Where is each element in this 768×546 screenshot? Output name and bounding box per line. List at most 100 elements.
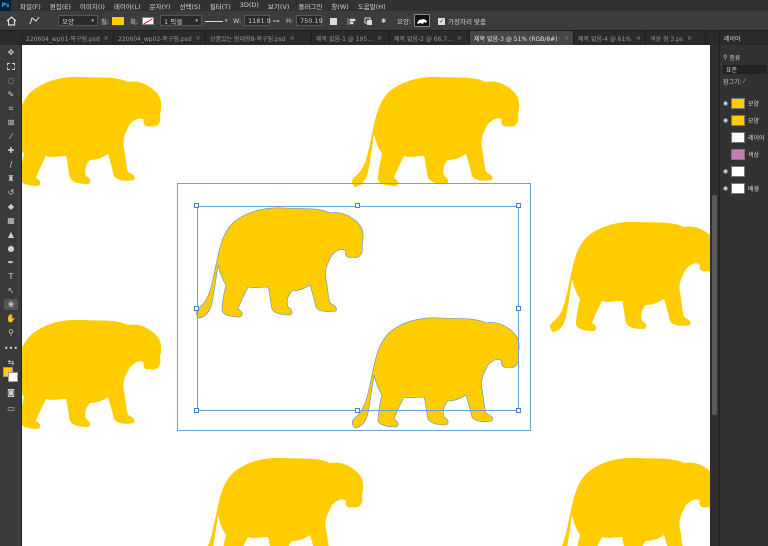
- menu-item[interactable]: 선택(S): [180, 1, 201, 11]
- eraser-tool-icon[interactable]: ◆: [4, 201, 18, 212]
- screen-mode-icon[interactable]: ▭: [4, 403, 18, 414]
- blend-mode-select[interactable]: 표준: [720, 63, 768, 75]
- menu-item[interactable]: 창(W): [331, 1, 348, 11]
- menu-item[interactable]: 편집(E): [50, 1, 71, 11]
- close-icon[interactable]: ×: [377, 35, 382, 42]
- link-icon[interactable]: ⊶: [273, 15, 280, 27]
- menu-item[interactable]: 플러그인: [298, 1, 322, 11]
- close-icon[interactable]: ×: [457, 35, 462, 42]
- visibility-eye-icon[interactable]: ◉: [720, 185, 731, 192]
- close-icon[interactable]: ×: [104, 35, 109, 42]
- gradient-tool-icon[interactable]: ▦: [4, 215, 18, 226]
- transform-handle[interactable]: [194, 306, 199, 311]
- fill-color-swatch[interactable]: [112, 15, 124, 27]
- document-tab[interactable]: 220604_wp01-복구됨.psd ×: [22, 31, 114, 45]
- frame-tool-icon[interactable]: ⊠: [4, 117, 18, 128]
- width-input[interactable]: 1181.9: [244, 15, 271, 26]
- lock-pixels-icon[interactable]: ⁄: [744, 78, 745, 85]
- custom-shape-tool-icon[interactable]: ❀: [4, 299, 18, 310]
- healing-brush-icon[interactable]: ✚: [4, 145, 18, 156]
- document-tab[interactable]: 색상 형 3.ps ×: [646, 31, 706, 45]
- shape-tool-icon[interactable]: [28, 15, 42, 27]
- type-tool-icon[interactable]: T: [4, 271, 18, 282]
- tiger-shape[interactable]: [548, 453, 710, 546]
- document-tab[interactable]: 상품있는 범대형8-복구됨.psd ×: [206, 31, 312, 45]
- blur-tool-icon[interactable]: ▲: [4, 229, 18, 240]
- canvas-scrollbar[interactable]: [710, 45, 719, 546]
- path-selection-icon[interactable]: ↖: [4, 285, 18, 296]
- path-operations-icon[interactable]: [330, 15, 337, 27]
- menu-item[interactable]: 이미지(I): [80, 1, 105, 11]
- tiger-shape[interactable]: [350, 72, 520, 192]
- tiger-shape[interactable]: [22, 72, 162, 192]
- transform-handle[interactable]: [194, 203, 199, 208]
- close-icon[interactable]: ×: [290, 35, 295, 42]
- tiger-shape[interactable]: [548, 217, 710, 337]
- clone-stamp-icon[interactable]: ♜: [4, 173, 18, 184]
- transform-handle[interactable]: [516, 408, 521, 413]
- transform-handle[interactable]: [355, 203, 360, 208]
- layer-row[interactable]: ◉: [720, 163, 768, 179]
- document-tab[interactable]: 제목 없음-2 @ 66.7... ×: [390, 31, 470, 45]
- document-tab[interactable]: 제목 없음-1 @ 195... ×: [312, 31, 390, 45]
- marquee-tool-icon[interactable]: [4, 61, 18, 72]
- visibility-eye-icon[interactable]: ◉: [720, 168, 731, 175]
- home-icon[interactable]: [6, 15, 17, 27]
- transform-handle[interactable]: [355, 408, 360, 413]
- layer-row[interactable]: 레이어: [720, 129, 768, 145]
- scrollbar-thumb[interactable]: [712, 195, 717, 415]
- menu-item[interactable]: 도움말(H): [358, 1, 386, 11]
- visibility-eye-icon[interactable]: ◉: [720, 100, 731, 107]
- document-tab[interactable]: 제목 없음-3 @ 51% (RGB/8#) * ×: [470, 31, 574, 45]
- close-icon[interactable]: ×: [636, 35, 641, 42]
- menu-item[interactable]: 문자(Y): [150, 1, 171, 11]
- background-color-swatch[interactable]: [8, 372, 18, 382]
- pen-tool-icon[interactable]: ✒: [4, 257, 18, 268]
- menu-item[interactable]: 파일(F): [20, 1, 41, 11]
- stroke-type-select[interactable]: ▾: [205, 15, 228, 27]
- layer-filter[interactable]: ⚲ 종류: [720, 51, 768, 63]
- height-input[interactable]: 750.19: [296, 15, 323, 26]
- menu-item[interactable]: 3D(D): [240, 1, 259, 11]
- gear-icon[interactable]: ✱: [381, 15, 386, 27]
- visibility-eye-icon[interactable]: ◉: [720, 117, 731, 124]
- transform-bounding-box[interactable]: [197, 206, 519, 411]
- align-edges-checkbox[interactable]: ✓ 가장자리 맞춤: [438, 15, 486, 27]
- shape-mode-select[interactable]: 모양 ▾: [58, 15, 98, 26]
- transform-handle[interactable]: [516, 306, 521, 311]
- dodge-tool-icon[interactable]: ●: [4, 243, 18, 254]
- lasso-tool-icon[interactable]: ◌: [4, 75, 18, 86]
- hand-tool-icon[interactable]: ✋: [4, 313, 18, 324]
- quick-selection-icon[interactable]: ✎: [4, 89, 18, 100]
- stroke-width-select[interactable]: 1 픽셀 ▾: [160, 15, 202, 26]
- menu-item[interactable]: 필터(T): [210, 1, 231, 11]
- brush-tool-icon[interactable]: ∕: [4, 159, 18, 170]
- transform-handle[interactable]: [194, 408, 199, 413]
- path-arrangement-icon[interactable]: [364, 15, 373, 27]
- layer-row[interactable]: ◉ 배경: [720, 180, 768, 196]
- quick-mask-icon[interactable]: ◙: [4, 387, 18, 398]
- layer-row[interactable]: ◉ 모양: [720, 112, 768, 128]
- stroke-color-swatch[interactable]: [142, 15, 154, 27]
- menu-item[interactable]: 보기(V): [268, 1, 289, 11]
- document-canvas[interactable]: [22, 45, 710, 546]
- tiger-shape[interactable]: [194, 453, 364, 546]
- document-tab[interactable]: 220604_wp02-복구됨.psd ×: [114, 31, 206, 45]
- history-brush-icon[interactable]: ↺: [4, 187, 18, 198]
- layer-row[interactable]: ◉ 모양: [720, 95, 768, 111]
- close-icon[interactable]: ×: [196, 35, 201, 42]
- close-icon[interactable]: ×: [687, 35, 692, 42]
- move-tool-icon[interactable]: ✥: [4, 47, 18, 58]
- shape-preset-picker[interactable]: [414, 14, 430, 27]
- menu-item[interactable]: 레이어(L): [114, 1, 141, 11]
- layer-row[interactable]: 색상: [720, 146, 768, 162]
- path-alignment-icon[interactable]: [347, 15, 356, 27]
- tiger-shape[interactable]: [22, 315, 162, 435]
- document-tab[interactable]: 제목 없음-4 @ 61%... ×: [574, 31, 646, 45]
- eyedropper-icon[interactable]: ⁄: [4, 131, 18, 142]
- edit-toolbar-icon[interactable]: •••: [4, 343, 18, 354]
- close-icon[interactable]: ×: [564, 35, 569, 42]
- transform-handle[interactable]: [516, 203, 521, 208]
- crop-tool-icon[interactable]: ⌗: [4, 103, 18, 114]
- zoom-tool-icon[interactable]: ⚲: [4, 327, 18, 338]
